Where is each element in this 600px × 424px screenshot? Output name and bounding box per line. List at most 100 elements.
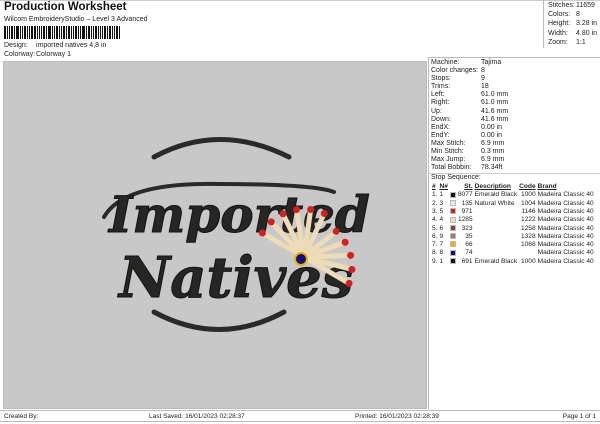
design-value: imported natives 4,8 in [36, 42, 107, 49]
barcode-bar [114, 26, 115, 39]
info-label: Stitches: [548, 2, 575, 9]
barcode-bar [7, 26, 8, 39]
barcode-bar [59, 26, 60, 39]
table-row: 6. 9 35 1328 Madeira Classic 40 [431, 233, 595, 241]
column-header: Brand [537, 183, 557, 191]
row-index: 6. [432, 232, 438, 240]
barcode-bar [34, 26, 36, 39]
barcode-bar [20, 26, 21, 39]
embroidery-design-image: Imported Natives [102, 137, 370, 332]
barcode-bar [39, 26, 40, 39]
stitch-count: 8077 [457, 191, 473, 199]
info-label: Down: [431, 115, 451, 123]
info-row: Width: 4.80 in [548, 29, 600, 38]
barcode-bar [22, 26, 23, 39]
info-row: Stops: 9 [431, 75, 600, 83]
table-row: 7. 7 66 1068 Madeira Classic 40 [431, 241, 595, 249]
barcode-bar [48, 26, 51, 39]
info-label: Left: [431, 91, 445, 99]
color-description [474, 216, 519, 224]
info-value: 0.00 in [481, 123, 503, 131]
info-row: Color changes: 8 [431, 67, 600, 75]
feather-tip [307, 205, 315, 213]
design-label: Design: [4, 42, 28, 49]
barcode-bar [95, 26, 97, 39]
info-value: 0.00 in [481, 131, 503, 139]
needle-number: 3 [439, 199, 444, 207]
barcode-bar [82, 26, 85, 39]
barcode-bar [100, 26, 101, 39]
info-value: 1:1 [576, 38, 586, 46]
color-description [474, 249, 519, 257]
barcode-bar [71, 26, 72, 39]
thread-brand: Madeira Classic 40 [537, 257, 594, 265]
stitch-count: 35 [465, 232, 473, 240]
feather-tip [267, 218, 275, 226]
stitch-count: 66 [465, 241, 473, 249]
stitch-count: 135 [461, 199, 473, 207]
thread-brand: Madeira Classic 40 [537, 241, 594, 249]
info-value: Tajima [481, 59, 502, 66]
color-swatch [449, 216, 456, 223]
info-label: Max Stitch: [431, 139, 466, 147]
colorway-label: Colorway: [4, 51, 36, 58]
color-code: 1328 [520, 232, 536, 240]
color-swatch [449, 241, 456, 248]
color-description [474, 208, 519, 216]
color-code: 1000 [520, 257, 536, 265]
colorway-row: Colorway:Colorway 1 [4, 51, 71, 58]
barcode-bar [14, 26, 15, 39]
barcode-bar [16, 26, 19, 39]
barcode-bar [61, 26, 62, 39]
info-value: 11659 [576, 2, 595, 9]
barcode-bar [56, 26, 58, 39]
thread-brand: Madeira Classic 40 [537, 232, 594, 240]
needle-number: 5 [439, 208, 444, 215]
feather-tip [348, 266, 356, 274]
info-label: Max Jump: [431, 156, 466, 164]
column-header: Description [474, 183, 511, 191]
needle-number: 8 [439, 249, 444, 257]
page-number: Page 1 of 1 [562, 413, 596, 420]
info-value: 8 [481, 67, 485, 75]
color-swatch [449, 224, 456, 231]
table-row: 8. 8 74 Madeira Classic 40 [431, 249, 595, 257]
machine-info-panel: Machine: Tajima Color changes: 8 Stops: 9 Trim… [428, 57, 600, 409]
thread-brand: Madeira Classic 40 [537, 216, 594, 224]
info-label: Trims: [431, 83, 451, 91]
color-code: 1146 [521, 208, 536, 215]
color-description [474, 241, 519, 249]
barcode-bar [46, 26, 47, 39]
info-label: Zoom: [548, 38, 568, 46]
info-row: Down: 41.6 mm [431, 116, 600, 124]
color-swatch [449, 208, 456, 215]
info-label: Width: [548, 29, 568, 37]
color-description: Natural White [474, 199, 515, 207]
barcode-bar [52, 26, 53, 39]
feather-tip [347, 251, 355, 259]
info-value: 0.3 mm [481, 148, 505, 156]
needle-number: 6 [439, 224, 444, 232]
thread-brand: Madeira Classic 40 [537, 199, 594, 207]
last-saved: Last Saved: 16/01/2023 02:28:37 [149, 413, 245, 420]
info-label: Height: [548, 20, 571, 28]
needle-number: 4 [439, 216, 444, 224]
table-row: 3. 5 971 1146 Madeira Classic 40 [431, 208, 595, 216]
color-code: 1068 [520, 241, 536, 249]
color-swatch [449, 233, 456, 240]
feather-tip [332, 227, 340, 235]
needle-number: 1 [439, 257, 444, 265]
thread-brand: Madeira Classic 40 [537, 191, 594, 199]
info-row: Zoom: 1:1 [548, 38, 600, 47]
info-value: 6.9 mm [481, 139, 505, 147]
table-row: 5. 6 323 1258 Madeira Classic 40 [431, 225, 595, 233]
table-row: 4. 4 1285 1222 Madeira Classic 40 [431, 216, 595, 224]
color-swatch [449, 258, 456, 265]
info-row: Total Bobbin: 78.34ft [431, 164, 600, 172]
info-value: 78.34ft [481, 164, 503, 172]
barcode-bar [37, 26, 38, 39]
barcode-bar [86, 26, 87, 39]
design-row: Design: imported natives 4,8 in [4, 42, 106, 49]
info-value: 9 [481, 75, 485, 83]
feather-tip [320, 209, 328, 217]
